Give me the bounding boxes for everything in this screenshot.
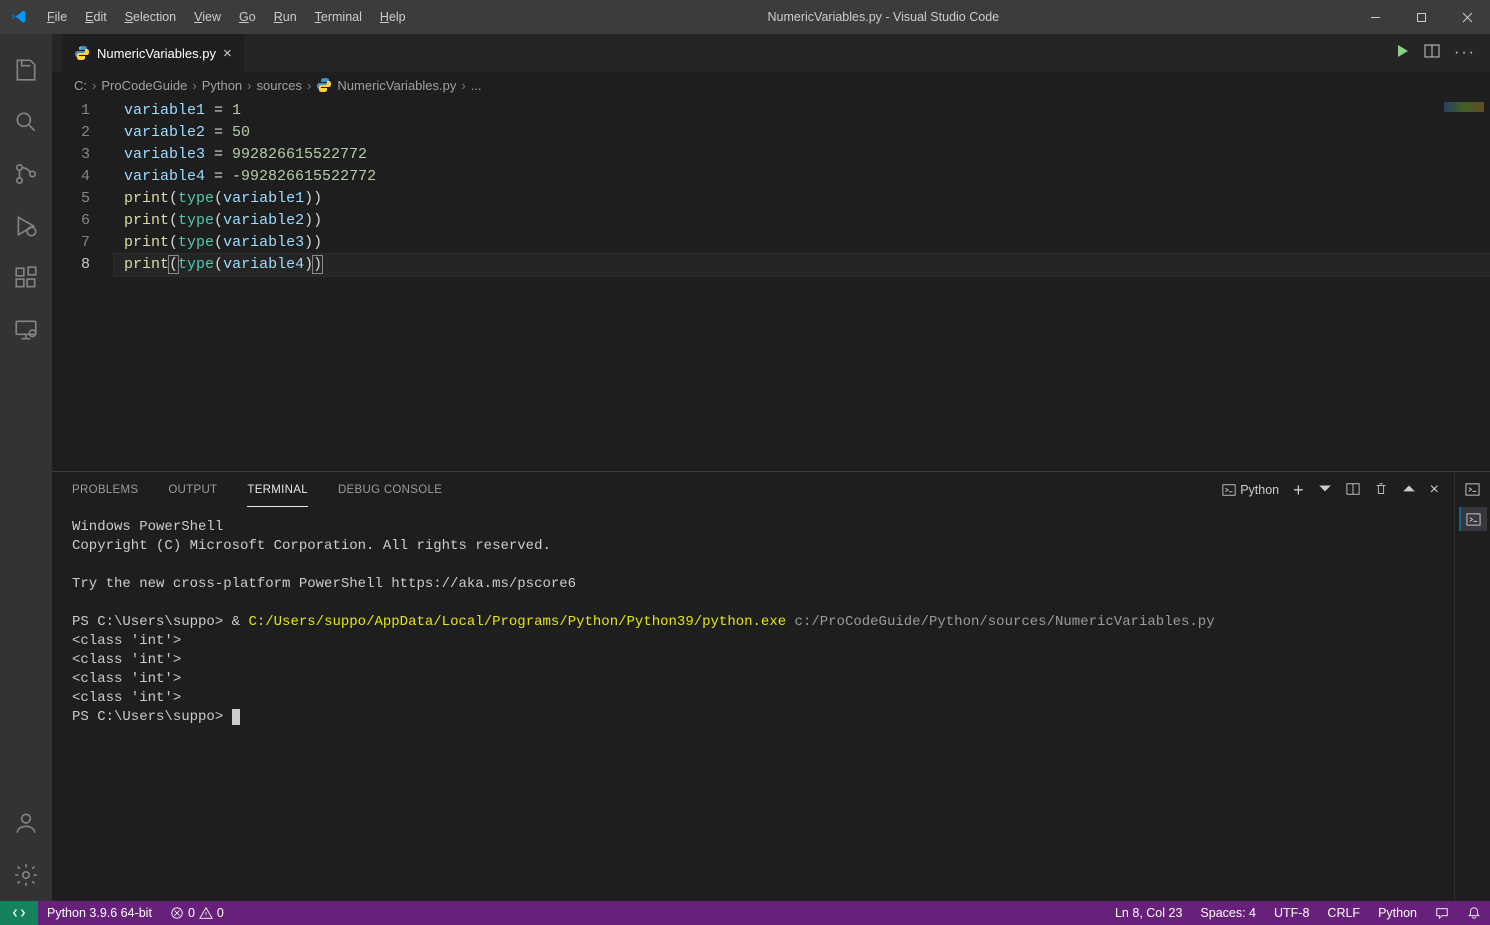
breadcrumbs[interactable]: C: › ProCodeGuide › Python › sources › N…: [52, 72, 1490, 98]
status-bar: Python 3.9.6 64-bit 0 0 Ln 8, Col 23 Spa…: [0, 901, 1490, 925]
split-terminal-icon[interactable]: [1346, 482, 1360, 499]
menu-help[interactable]: Help: [371, 4, 415, 30]
chevron-right-icon: ›: [247, 78, 251, 93]
status-python-version[interactable]: Python 3.9.6 64-bit: [38, 901, 161, 925]
panel-tabs: PROBLEMS OUTPUT TERMINAL DEBUG CONSOLE P…: [52, 472, 1454, 508]
code-line-5[interactable]: print(type(variable1)): [114, 188, 1490, 210]
run-button-icon[interactable]: [1394, 43, 1410, 64]
menu-selection[interactable]: Selection: [116, 4, 185, 30]
python-file-icon: [74, 45, 90, 61]
panel-tab-output[interactable]: OUTPUT: [168, 474, 217, 506]
crumb[interactable]: C:: [74, 78, 87, 93]
explorer-icon[interactable]: [0, 44, 52, 96]
settings-icon[interactable]: [0, 849, 52, 901]
remote-explorer-icon[interactable]: [0, 304, 52, 356]
extensions-icon[interactable]: [0, 252, 52, 304]
remote-indicator[interactable]: [0, 901, 38, 925]
code-line-7[interactable]: print(type(variable3)): [114, 232, 1490, 254]
run-debug-icon[interactable]: [0, 200, 52, 252]
chevron-right-icon: ›: [461, 78, 465, 93]
panel-tab-terminal[interactable]: TERMINAL: [247, 474, 308, 507]
crumb[interactable]: sources: [257, 78, 303, 93]
minimap[interactable]: [1380, 98, 1490, 471]
crumb[interactable]: ProCodeGuide: [101, 78, 187, 93]
kill-terminal-icon[interactable]: [1374, 482, 1388, 499]
terminal-side-list: [1454, 472, 1490, 901]
close-button[interactable]: [1444, 0, 1490, 34]
minimize-button[interactable]: [1352, 0, 1398, 34]
menu-terminal[interactable]: Terminal: [306, 4, 371, 30]
chevron-right-icon: ›: [307, 78, 311, 93]
line-number-gutter: 12345678: [52, 98, 114, 471]
new-terminal-icon[interactable]: +: [1293, 480, 1304, 501]
menu-go[interactable]: Go: [230, 4, 265, 30]
error-icon: [170, 906, 184, 920]
code-line-8[interactable]: print(type(variable4)): [114, 254, 1490, 276]
bottom-panel: PROBLEMS OUTPUT TERMINAL DEBUG CONSOLE P…: [52, 471, 1490, 901]
crumb[interactable]: NumericVariables.py: [337, 78, 456, 93]
terminal-dropdown-icon[interactable]: [1318, 482, 1332, 499]
code-line-6[interactable]: print(type(variable2)): [114, 210, 1490, 232]
status-eol[interactable]: CRLF: [1318, 901, 1369, 925]
terminal-side-item[interactable]: [1459, 477, 1487, 501]
window-title: NumericVariables.py - Visual Studio Code: [415, 10, 1352, 24]
search-icon[interactable]: [0, 96, 52, 148]
vscode-logo-icon: [10, 8, 28, 26]
crumb[interactable]: ...: [471, 78, 482, 93]
editor-area: NumericVariables.py × ··· C: › ProCodeGu…: [52, 34, 1490, 901]
menubar: File Edit Selection View Go Run Terminal…: [38, 4, 415, 30]
code-line-4[interactable]: variable4 = -992826615522772: [114, 166, 1490, 188]
chevron-right-icon: ›: [192, 78, 196, 93]
code-line-3[interactable]: variable3 = 992826615522772: [114, 144, 1490, 166]
titlebar: File Edit Selection View Go Run Terminal…: [0, 0, 1490, 34]
python-file-icon: [316, 77, 332, 93]
tab-label: NumericVariables.py: [97, 46, 216, 61]
menu-edit[interactable]: Edit: [76, 4, 116, 30]
code-area[interactable]: variable1 = 1variable2 = 50variable3 = 9…: [114, 98, 1490, 471]
menu-run[interactable]: Run: [265, 4, 306, 30]
tab-close-icon[interactable]: ×: [223, 45, 232, 62]
status-indentation[interactable]: Spaces: 4: [1191, 901, 1265, 925]
status-language[interactable]: Python: [1369, 901, 1426, 925]
warning-icon: [199, 906, 213, 920]
menu-file[interactable]: File: [38, 4, 76, 30]
status-feedback-icon[interactable]: [1426, 901, 1458, 925]
status-encoding[interactable]: UTF-8: [1265, 901, 1318, 925]
more-actions-icon[interactable]: ···: [1454, 44, 1476, 62]
terminal-shell-selector[interactable]: Python: [1222, 483, 1279, 497]
status-notifications-icon[interactable]: [1458, 901, 1490, 925]
crumb[interactable]: Python: [202, 78, 242, 93]
code-editor[interactable]: 12345678 variable1 = 1variable2 = 50vari…: [52, 98, 1490, 471]
status-cursor-position[interactable]: Ln 8, Col 23: [1106, 901, 1191, 925]
panel-tab-debug-console[interactable]: DEBUG CONSOLE: [338, 474, 442, 506]
terminal-output[interactable]: Windows PowerShell Copyright (C) Microso…: [52, 508, 1454, 901]
window-controls: [1352, 0, 1490, 34]
editor-tabs: NumericVariables.py × ···: [52, 34, 1490, 72]
maximize-panel-icon[interactable]: [1402, 482, 1416, 499]
tab-numeric-variables[interactable]: NumericVariables.py ×: [62, 34, 245, 72]
status-problems[interactable]: 0 0: [161, 901, 233, 925]
source-control-icon[interactable]: [0, 148, 52, 200]
activity-bar: [0, 34, 52, 901]
panel-tab-problems[interactable]: PROBLEMS: [72, 474, 138, 506]
terminal-icon: [1222, 483, 1236, 497]
terminal-cursor: [232, 709, 240, 725]
menu-view[interactable]: View: [185, 4, 230, 30]
code-line-1[interactable]: variable1 = 1: [114, 100, 1490, 122]
code-line-2[interactable]: variable2 = 50: [114, 122, 1490, 144]
accounts-icon[interactable]: [0, 797, 52, 849]
maximize-button[interactable]: [1398, 0, 1444, 34]
terminal-side-item[interactable]: [1459, 507, 1487, 531]
chevron-right-icon: ›: [92, 78, 96, 93]
split-editor-icon[interactable]: [1424, 43, 1440, 64]
close-panel-icon[interactable]: ×: [1430, 481, 1439, 499]
